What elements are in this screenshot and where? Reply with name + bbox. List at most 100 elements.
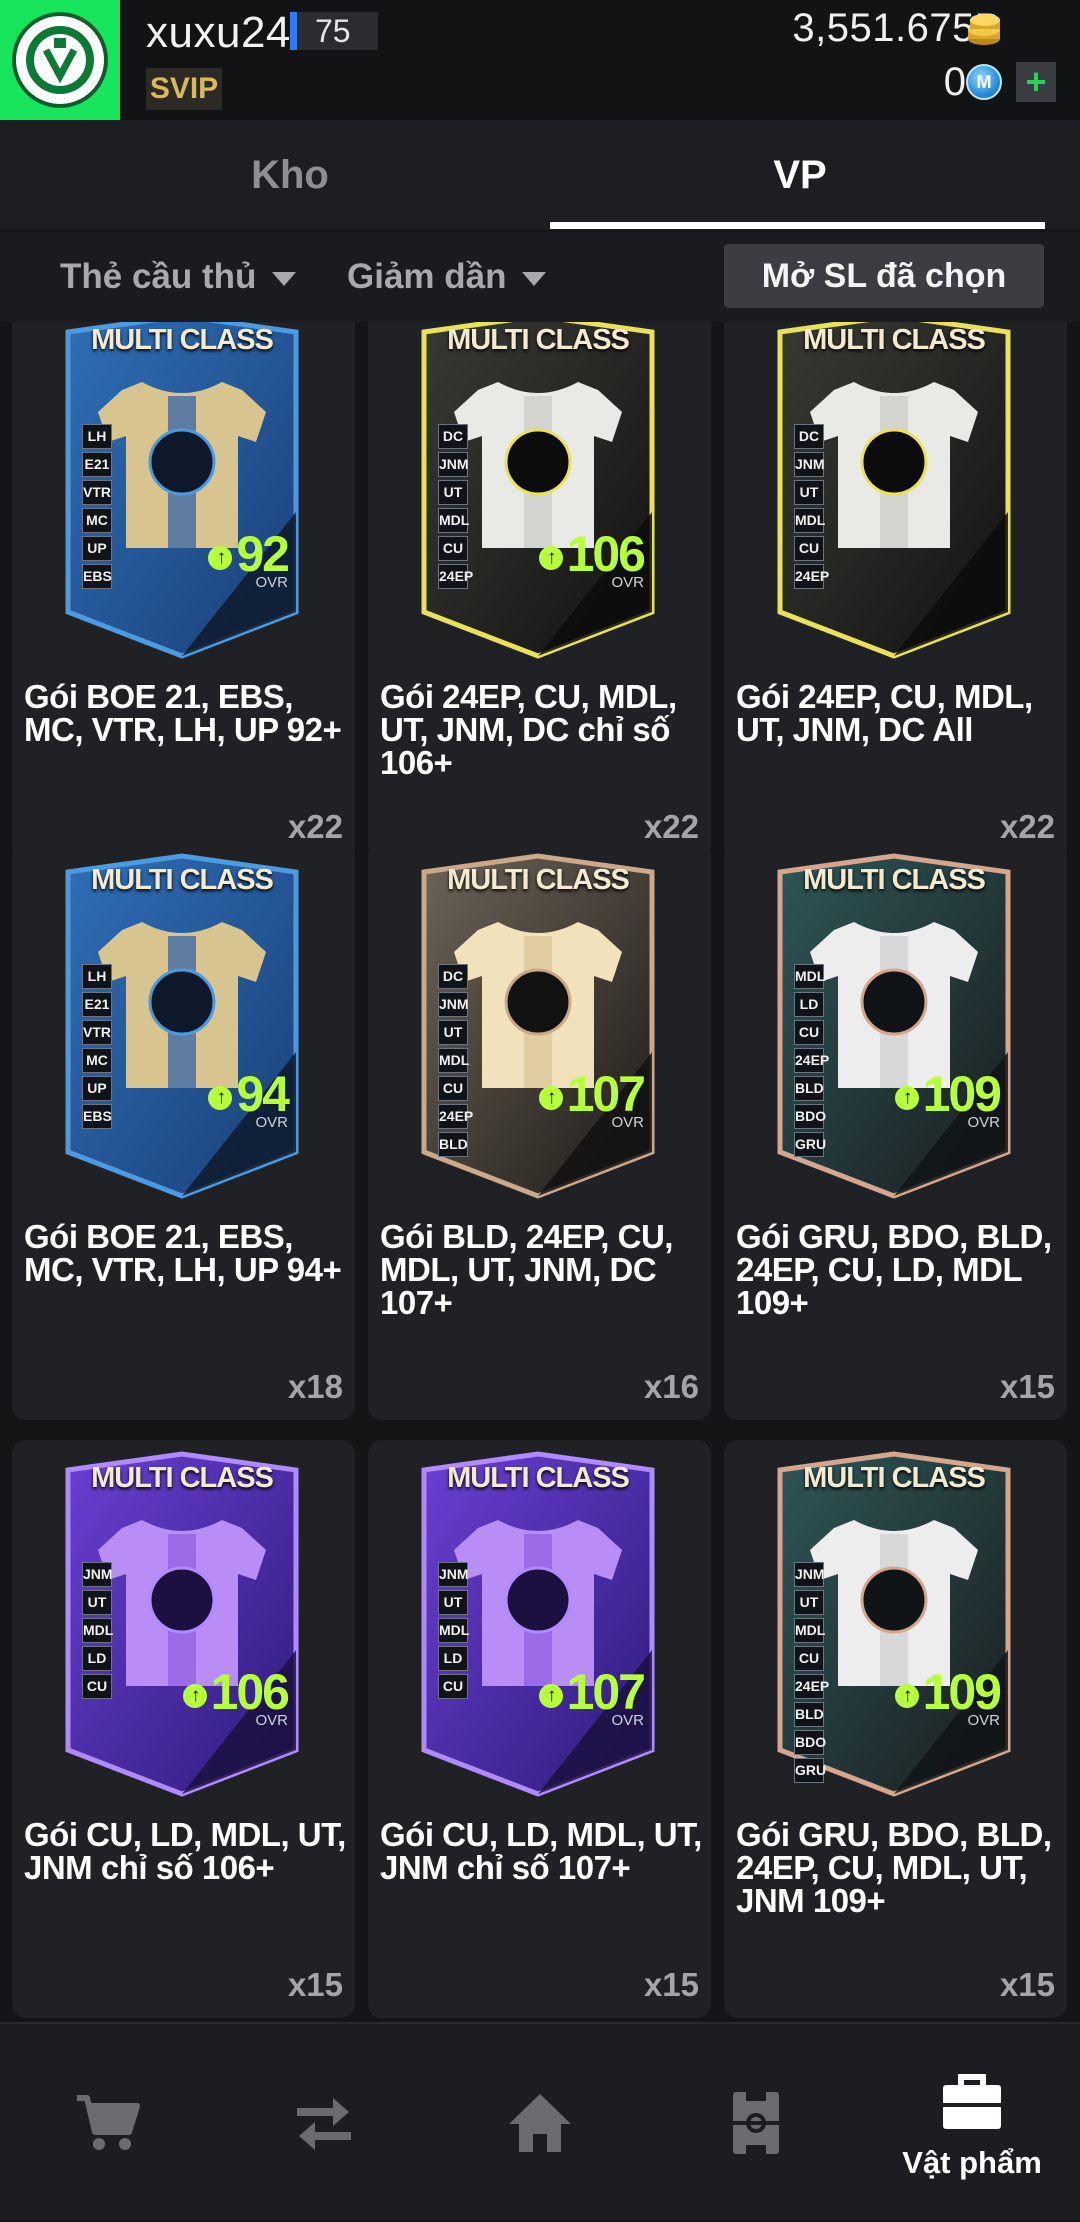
add-mcash-button[interactable]: + (1016, 62, 1056, 102)
position-tag: 24EP (794, 1674, 829, 1699)
pack-name: Gói GRU, BDO, BLD, 24EP, CU, LD, MDL 109… (736, 1218, 1052, 1321)
pack-quantity: x18 (287, 1368, 343, 1405)
pack-card-art: MULTI CLASS MDL LD CU 24EP BLD BDO GRU ↑ 109 OV… (774, 852, 1014, 1202)
pack-card-title: MULTI CLASS (803, 1462, 986, 1494)
pack-card-art: MULTI CLASS DC JNM UT MDL CU 24EP BLD ↑ 107 OVR (418, 852, 658, 1202)
position-tag: MDL (438, 1048, 469, 1073)
position-tag: EBS (82, 564, 112, 589)
pack-card[interactable]: MULTI CLASS JNM UT MDL LD CU ↑ 106 OVR Gói CU… (12, 1440, 355, 2018)
transfer-icon (297, 2098, 351, 2150)
position-list: LH E21 VTR MC UP EBS (82, 424, 112, 592)
ovr-rating: ↑ 107 OVR (538, 1069, 646, 1130)
pack-card[interactable]: MULTI CLASS DC JNM UT MDL CU 24EP ↑ 106 OVR Gó… (368, 322, 711, 860)
pack-card-art: MULTI CLASS LH E21 VTR MC UP EBS ↑ 92 OVR (62, 322, 302, 662)
position-tag: MC (82, 1048, 112, 1073)
nav-home[interactable] (432, 2024, 648, 2222)
position-tag: CU (794, 536, 824, 561)
position-tag: CU (794, 1020, 824, 1045)
nav-shop[interactable] (0, 2024, 216, 2222)
position-tag: UT (438, 1590, 468, 1615)
pack-quantity: x22 (999, 808, 1055, 845)
position-tag: DC (438, 424, 468, 449)
position-tag: BLD (794, 1702, 824, 1727)
position-tag: BLD (438, 1132, 468, 1157)
position-tag: GRU (794, 1758, 826, 1783)
pack-card[interactable]: MULTI CLASS MDL LD CU 24EP BLD BDO GRU ↑ 109 OV… (724, 842, 1067, 1420)
position-tag: E21 (82, 992, 112, 1017)
up-arrow-icon: ↑ (894, 1684, 919, 1708)
position-tag: MDL (794, 1618, 825, 1643)
pack-name: Gói CU, LD, MDL, UT, JNM chỉ số 107+ (380, 1816, 702, 1886)
position-tag: UT (794, 480, 824, 505)
position-list: DC JNM UT MDL CU 24EP BLD (438, 964, 473, 1160)
ovr-rating: ↑ 92 OVR (208, 529, 290, 590)
pack-name: Gói CU, LD, MDL, UT, JNM chỉ số 106+ (24, 1816, 346, 1886)
active-tab-indicator (550, 222, 1045, 229)
pack-card-title: MULTI CLASS (91, 324, 274, 356)
position-tag: JNM (794, 1562, 825, 1587)
pack-card-title: MULTI CLASS (91, 864, 274, 896)
pack-name: Gói BLD, 24EP, CU, MDL, UT, JNM, DC 107+ (380, 1218, 673, 1321)
ovr-rating: ↑ 109 OVR (894, 1667, 1002, 1728)
item-type-filter[interactable]: Thẻ cầu thủ (60, 232, 297, 322)
position-tag: 24EP (794, 1048, 829, 1073)
item-type-filter-label: Thẻ cầu thủ (60, 257, 257, 296)
pack-quantity: x15 (999, 1368, 1055, 1405)
pack-card-art: MULTI CLASS DCJNMUTMDLCU24EP ↑ (774, 322, 1014, 662)
pack-name: Gói BOE 21, EBS, MC, VTR, LH, UP 94+ (24, 1218, 342, 1288)
bottom-nav: Vật phẩm (0, 2022, 1080, 2220)
position-tag: BLD (794, 1076, 824, 1101)
tab-kho[interactable]: Kho (20, 120, 560, 230)
pack-card-art: MULTI CLASS DC JNM UT MDL CU 24EP ↑ 106 OVR (418, 322, 658, 662)
pack-card[interactable]: MULTI CLASS DCJNMUTMDLCU24EP ↑ Gói 24EP,… (724, 322, 1067, 860)
club-crest-icon[interactable] (0, 0, 120, 120)
position-list: DC JNM UT MDL CU 24EP (438, 424, 473, 592)
nav-transfer[interactable] (216, 2024, 432, 2222)
position-list: JNM UT MDL LD CU (438, 1562, 469, 1702)
position-tag: JNM (438, 1562, 469, 1587)
position-tag: JNM (438, 992, 469, 1017)
pack-quantity: x22 (287, 808, 343, 845)
open-selected-button[interactable]: Mở SL đã chọn (724, 244, 1044, 308)
position-tag: 24EP (438, 564, 473, 589)
pack-name: Gói GRU, BDO, BLD, 24EP, CU, MDL, UT, JN… (736, 1816, 1052, 1919)
up-arrow-icon: ↑ (538, 1684, 563, 1708)
ovr-rating: ↑ 106 OVR (182, 1667, 290, 1728)
vip-badge[interactable]: SVIP (146, 68, 222, 110)
filter-bar: Thẻ cầu thủ Giảm dần Mở SL đã chọn (0, 232, 1080, 322)
position-tag: LD (438, 1646, 468, 1671)
sort-order-filter[interactable]: Giảm dần (347, 232, 547, 322)
up-arrow-icon: ↑ (208, 546, 233, 570)
position-tag: UT (438, 480, 468, 505)
position-tag: JNM (82, 1562, 113, 1587)
position-tag: EBS (82, 1104, 112, 1129)
home-icon (509, 2094, 571, 2152)
ovr-rating: ↑ 107 OVR (538, 1667, 646, 1728)
position-tag: CU (438, 536, 468, 561)
position-tag: DC (794, 424, 824, 449)
pack-card[interactable]: MULTI CLASS DC JNM UT MDL CU 24EP BLD ↑ 107 OVR… (368, 842, 711, 1420)
nav-items[interactable]: Vật phẩm (864, 2024, 1080, 2222)
pack-card[interactable]: MULTI CLASS JNM UT MDL CU 24EP BLD BDO GRU ↑ 109… (724, 1440, 1067, 2018)
pack-card[interactable]: MULTI CLASS LH E21 VTR MC UP EBS ↑ 94 OVR Gói … (12, 842, 355, 1420)
position-tag: MDL (794, 508, 825, 533)
position-tag: CU (438, 1674, 468, 1699)
pack-card[interactable]: MULTI CLASS JNM UT MDL LD CU ↑ 107 OVR Gói CU… (368, 1440, 711, 2018)
pack-name: Gói BOE 21, EBS, MC, VTR, LH, UP 92+ (24, 678, 342, 748)
pack-card-title: MULTI CLASS (91, 1462, 274, 1494)
pack-grid: MULTI CLASS LH E21 VTR MC UP EBS ↑ 92 OVR Gói … (0, 322, 1080, 2022)
up-arrow-icon: ↑ (538, 1086, 563, 1110)
position-tag: BDO (794, 1730, 826, 1755)
position-list: DC JNM UT MDL CU 24EP (794, 424, 829, 592)
position-list: JNM UT MDL LD CU (82, 1562, 113, 1702)
position-tag: LH (82, 964, 112, 989)
position-tag: LD (794, 992, 824, 1017)
position-tag: UP (82, 536, 112, 561)
pack-card[interactable]: MULTI CLASS LH E21 VTR MC UP EBS ↑ 92 OVR Gói … (12, 322, 355, 860)
pack-card-art: MULTI CLASS JNM UT MDL CU 24EP BLD BDO GRU ↑ 109… (774, 1450, 1014, 1800)
pack-card-title: MULTI CLASS (803, 864, 986, 896)
nav-squad[interactable] (648, 2024, 864, 2222)
position-tag: MDL (438, 508, 469, 533)
pack-quantity: x15 (287, 1966, 343, 2003)
tab-vp[interactable]: VP (530, 120, 1070, 230)
